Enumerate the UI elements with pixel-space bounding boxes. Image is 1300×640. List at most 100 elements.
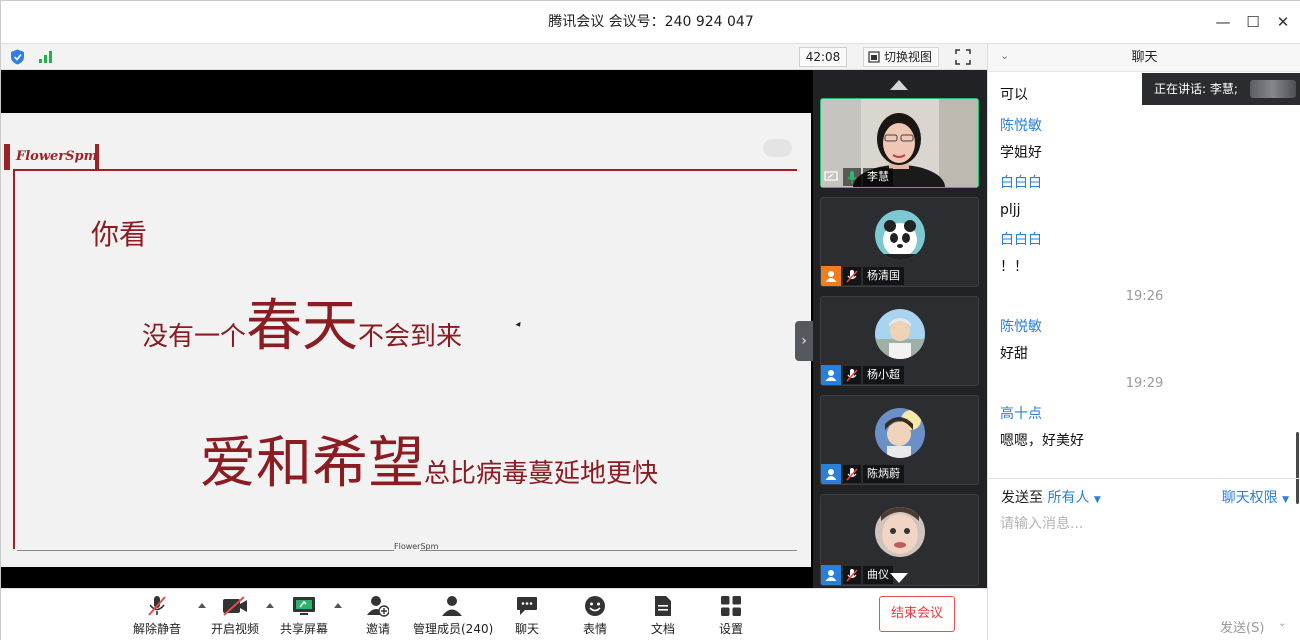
participant-name: 陈炳蔚 (863, 465, 904, 483)
manage-members-label: 管理成员(240) (413, 622, 494, 636)
send-to-label: 发送至 (1001, 490, 1043, 506)
chat-sender: 白白白 (1000, 175, 1042, 191)
participant-name: 杨小超 (863, 366, 904, 384)
send-options-icon[interactable]: ⌄ (1278, 618, 1286, 629)
switch-view-button[interactable]: 切换视图 (863, 47, 940, 67)
host-icon (821, 266, 841, 286)
close-icon[interactable]: ✕ (1271, 10, 1295, 34)
participant-tile[interactable]: 杨小超 (820, 296, 979, 386)
chat-sender: 高十点 (1000, 406, 1042, 422)
participant-name: 杨清国 (863, 267, 904, 285)
mic-muted-icon (143, 595, 171, 617)
members-icon (438, 595, 466, 617)
participant-tile-speaker[interactable]: 李慧 (820, 98, 979, 188)
slide-line2: 没有一个 春天 不会到来 (142, 281, 462, 362)
documents-label: 文档 (650, 622, 675, 636)
participant-namebar: 曲仪 (821, 565, 893, 585)
invite-label: 邀请 (365, 622, 390, 636)
fullscreen-icon[interactable] (954, 48, 972, 66)
mic-muted-icon (843, 366, 861, 384)
participant-tile[interactable]: 杨清国 (820, 197, 979, 287)
participant-namebar: 杨小超 (821, 365, 904, 385)
signal-icon[interactable] (39, 51, 53, 63)
avatar (875, 309, 925, 359)
manage-members-button[interactable]: 管理成员(240) (413, 595, 494, 637)
chat-permission-button[interactable]: 聊天权限 ▼ (1222, 487, 1289, 507)
chat-sender: 陈悦敏 (1000, 319, 1042, 335)
slide-line1: 你看 (91, 218, 148, 251)
participant-video-panel: 李慧 杨清国 杨小超 陈炳蔚 曲仪 (813, 70, 987, 588)
scroll-down-icon[interactable] (890, 573, 908, 583)
participant-namebar: 陈炳蔚 (821, 464, 904, 484)
slide-line2-pre: 没有一个 (142, 322, 247, 352)
user-icon (821, 565, 841, 585)
user-icon (821, 365, 841, 385)
emoji-button[interactable]: 表情 (577, 595, 613, 637)
speaking-text: 正在讲话: 李慧; (1154, 82, 1238, 96)
share-screen-button[interactable]: 共享屏幕 (276, 595, 332, 637)
start-video-button[interactable]: 开启视频 (207, 595, 263, 637)
mouse-cursor (515, 321, 523, 329)
chat-message-list[interactable]: 可以 陈悦敏 学姐好 白白白 pljj 白白白 ！！ 19:26 陈悦敏 好甜 … (988, 72, 1300, 504)
chat-sender: 陈悦敏 (1000, 118, 1042, 134)
title-bar: 腾讯会议 会议号：240 924 047 — ☐ ✕ (1, 1, 1300, 44)
chat-icon (513, 595, 541, 617)
meeting-window: 腾讯会议 会议号：240 924 047 — ☐ ✕ 42:08 切换视图 Fl… (0, 0, 1300, 640)
chat-message: 可以 (1000, 87, 1028, 103)
send-to-value: 所有人 (1047, 490, 1090, 506)
participant-tile[interactable]: 陈炳蔚 (820, 395, 979, 485)
emoji-icon (581, 595, 609, 617)
switch-view-icon (868, 51, 880, 63)
settings-button[interactable]: 设置 (713, 595, 749, 637)
avatar (875, 210, 925, 260)
collapse-video-panel-button[interactable]: › (795, 321, 813, 361)
chat-message: 学姐好 (1000, 145, 1042, 161)
chat-input[interactable]: 请输入消息... (1000, 513, 1083, 533)
chat-button[interactable]: 聊天 (509, 595, 545, 637)
meeting-status-bar: 42:08 切换视图 (1, 44, 987, 70)
slide-line2-big: 春天 (246, 294, 359, 359)
participant-namebar: 杨清国 (821, 266, 904, 286)
shared-screen-area[interactable]: FlowerSpm 你看 没有一个 春天 不会到来 爱和希望 总比病毒蔓延地更快… (1, 70, 813, 588)
chat-message: 嗯嗯，好美好 (1000, 433, 1084, 449)
documents-button[interactable]: 文档 (645, 595, 681, 637)
slide-logo: FlowerSpm (4, 144, 99, 170)
settings-icon (717, 595, 745, 617)
chat-compose: 发送至 所有人 ▼ 聊天权限 ▼ 请输入消息... 发送(S) ⌄ (988, 478, 1300, 640)
maximize-icon[interactable]: ☐ (1241, 10, 1265, 34)
share-screen-icon (290, 595, 318, 617)
shield-icon[interactable] (10, 49, 25, 65)
mic-muted-icon (843, 566, 861, 584)
window-title: 腾讯会议 会议号：240 924 047 (548, 14, 754, 30)
invite-icon (364, 595, 392, 617)
invite-button[interactable]: 邀请 (360, 595, 396, 637)
screen-share-icon (821, 167, 841, 187)
chat-permission-label: 聊天权限 (1221, 490, 1278, 506)
video-off-icon (221, 595, 249, 617)
audio-options-icon[interactable] (198, 603, 206, 608)
mic-muted-icon (843, 267, 861, 285)
speaking-wave-icon (1250, 80, 1296, 98)
mic-active-icon (843, 168, 861, 186)
meeting-toolbar: 解除静音 开启视频 共享屏幕 邀请 管理成员(240) 聊天 表情 文档 设置 … (1, 588, 987, 640)
unmute-label: 解除静音 (132, 622, 181, 636)
video-options-icon[interactable] (266, 603, 274, 608)
meeting-timer: 42:08 (799, 47, 847, 67)
speaking-indicator: 正在讲话: 李慧; (1142, 73, 1300, 105)
chat-timestamp: 19:29 (1125, 376, 1164, 391)
minimize-icon[interactable]: — (1211, 10, 1235, 34)
chat-message: ！！ (1000, 259, 1028, 275)
slide-toggle (763, 139, 792, 157)
chat-panel: ⌄ 聊天 可以 陈悦敏 学姐好 白白白 pljj 白白白 ！！ 19:26 陈悦… (987, 44, 1300, 640)
caret-down-icon: ▼ (1282, 495, 1289, 505)
user-icon (821, 464, 841, 484)
share-screen-label: 共享屏幕 (279, 622, 328, 636)
send-button[interactable]: 发送(S) (1220, 617, 1264, 636)
unmute-button[interactable]: 解除静音 (129, 595, 185, 637)
send-to-selector[interactable]: 发送至 所有人 ▼ (1001, 487, 1101, 507)
slide-line3: 爱和希望 总比病毒蔓延地更快 (200, 418, 658, 499)
share-options-icon[interactable] (334, 603, 342, 608)
scroll-up-icon[interactable] (890, 80, 908, 90)
slide-top-rule (13, 169, 797, 171)
end-meeting-button[interactable]: 结束会议 (879, 596, 955, 632)
